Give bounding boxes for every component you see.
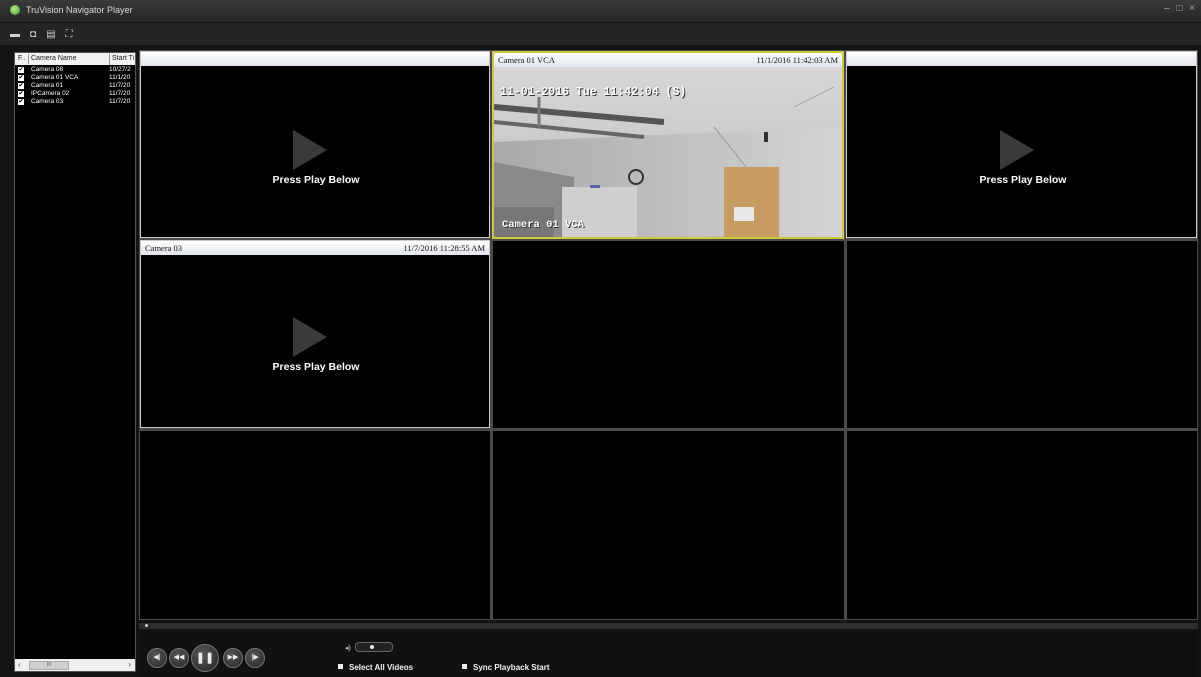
video-tile-4[interactable]: Camera 03 11/7/2016 11:28:55 AM Press Pl… bbox=[140, 240, 490, 428]
osd-datetime: 11-01-2016 Tue 11:42:04 (S) bbox=[500, 86, 687, 99]
tile-header bbox=[847, 52, 1196, 66]
camera-name: Camera 08 bbox=[31, 66, 64, 73]
select-all-videos-option[interactable]: Select All Videos bbox=[338, 663, 413, 672]
window-title: TruVision Navigator Player bbox=[26, 5, 133, 15]
video-tile-6[interactable] bbox=[847, 241, 1197, 428]
camera-start-time: 11/1/20 bbox=[109, 74, 131, 81]
tile-camera-name: Camera 03 bbox=[145, 243, 183, 253]
playback-controls: ◀| ◀◀ ❚❚ ▶▶ |▶ ◂) Select All Videos Sync… bbox=[139, 630, 1198, 677]
scroll-thumb[interactable]: III bbox=[29, 661, 69, 670]
camera-checkbox[interactable]: ✔ bbox=[18, 91, 24, 97]
press-play-prompt: Press Play Below bbox=[272, 174, 360, 186]
timeline-position-marker[interactable] bbox=[145, 624, 148, 627]
column-header-start-time[interactable]: Start Ti bbox=[109, 53, 134, 65]
video-tile-3[interactable]: Press Play Below bbox=[846, 51, 1197, 238]
volume-slider[interactable] bbox=[355, 642, 393, 652]
camera-checkbox[interactable]: ✔ bbox=[18, 99, 24, 105]
camera-list-panel: F.. Camera Name Start Ti ✔ Camera 08 10/… bbox=[14, 52, 136, 672]
tile-header bbox=[141, 52, 489, 66]
sync-playback-option[interactable]: Sync Playback Start bbox=[462, 663, 549, 672]
step-back-icon[interactable]: ◀| bbox=[147, 648, 167, 668]
video-tile-1[interactable]: Press Play Below bbox=[140, 51, 490, 238]
list-item[interactable]: ✔ Camera 08 10/27/2 bbox=[15, 66, 135, 74]
list-item[interactable]: ✔ Camera 01 11/7/20 bbox=[15, 82, 135, 90]
sync-playback-label: Sync Playback Start bbox=[473, 663, 550, 672]
camera-snapshot-icon[interactable]: ◘ bbox=[26, 29, 40, 40]
export-icon[interactable]: ▤ bbox=[44, 29, 58, 40]
list-item[interactable]: ✔ IPCamera 02 11/7/20 bbox=[15, 90, 135, 98]
press-play-prompt: Press Play Below bbox=[272, 361, 360, 373]
scroll-left-icon[interactable]: ‹ bbox=[18, 660, 21, 669]
camera-name: IPCamera 02 bbox=[31, 90, 70, 97]
video-tile-7[interactable] bbox=[140, 431, 490, 619]
camera-start-time: 11/7/20 bbox=[109, 98, 131, 105]
tile-timestamp: 11/7/2016 11:28:55 AM bbox=[403, 243, 485, 253]
select-all-checkbox[interactable] bbox=[338, 664, 343, 669]
sync-playback-checkbox[interactable] bbox=[462, 664, 467, 669]
list-item[interactable]: ✔ Camera 01 VCA 11/1/20 bbox=[15, 74, 135, 82]
camera-checkbox[interactable]: ✔ bbox=[18, 67, 24, 73]
camera-name: Camera 03 bbox=[31, 98, 64, 105]
window-controls[interactable]: – □ × bbox=[1164, 3, 1197, 14]
app-logo-icon bbox=[10, 5, 20, 15]
play-icon[interactable] bbox=[293, 130, 327, 170]
camera-name: Camera 01 bbox=[31, 82, 64, 89]
pause-icon[interactable]: ❚❚ bbox=[191, 644, 219, 672]
video-tile-5[interactable] bbox=[493, 241, 844, 428]
play-icon[interactable] bbox=[293, 317, 327, 357]
playback-timeline[interactable] bbox=[139, 623, 1198, 629]
fast-forward-icon[interactable]: ▶▶ bbox=[223, 648, 243, 668]
volume-icon: ◂) bbox=[345, 645, 351, 652]
toolbar: ▬ ◘ ▤ ⛶ bbox=[0, 23, 1201, 45]
rewind-icon[interactable]: ◀◀ bbox=[169, 648, 189, 668]
camera-start-time: 11/7/20 bbox=[109, 90, 131, 97]
camera-start-time: 11/7/20 bbox=[109, 82, 131, 89]
list-item[interactable]: ✔ Camera 03 11/7/20 bbox=[15, 98, 135, 106]
camera-list-header: F.. Camera Name Start Ti bbox=[15, 53, 135, 65]
tile-header: Camera 01 VCA 11/1/2016 11:42:03 AM bbox=[494, 53, 842, 67]
volume-slider-knob[interactable] bbox=[370, 645, 374, 649]
horizontal-scrollbar[interactable]: ‹ III › bbox=[15, 659, 135, 671]
video-tile-8[interactable] bbox=[493, 431, 844, 619]
column-header-camera-name[interactable]: Camera Name bbox=[31, 53, 77, 65]
osd-camera-label: Camera 01 VCA bbox=[502, 219, 584, 231]
play-icon[interactable] bbox=[1000, 130, 1034, 170]
camera-start-time: 10/27/2 bbox=[109, 66, 131, 73]
title-bar: TruVision Navigator Player – □ × bbox=[0, 0, 1201, 23]
column-header-flag[interactable]: F.. bbox=[18, 53, 25, 65]
video-tile-2[interactable]: Camera 01 VCA 11/1/2016 11:42:03 AM 11-0… bbox=[492, 51, 844, 239]
press-play-prompt: Press Play Below bbox=[979, 174, 1067, 186]
scroll-right-icon[interactable]: › bbox=[128, 660, 131, 669]
column-divider bbox=[28, 54, 29, 64]
video-grid: Press Play Below Camera 01 VCA 11/1/2016… bbox=[139, 50, 1198, 620]
select-all-label: Select All Videos bbox=[349, 663, 414, 672]
video-tile-9[interactable] bbox=[847, 431, 1197, 619]
camera-video-frame: 11-01-2016 Tue 11:42:04 (S) Camera 01 VC… bbox=[494, 67, 842, 237]
fullscreen-icon[interactable]: ⛶ bbox=[62, 29, 76, 40]
tile-header: Camera 03 11/7/2016 11:28:55 AM bbox=[141, 241, 489, 255]
tile-timestamp: 11/1/2016 11:42:03 AM bbox=[756, 55, 838, 65]
tile-camera-name: Camera 01 VCA bbox=[498, 55, 555, 65]
camera-name: Camera 01 VCA bbox=[31, 74, 79, 81]
camera-checkbox[interactable]: ✔ bbox=[18, 75, 24, 81]
folder-icon[interactable]: ▬ bbox=[8, 29, 22, 40]
camera-checkbox[interactable]: ✔ bbox=[18, 83, 24, 89]
step-forward-icon[interactable]: |▶ bbox=[245, 648, 265, 668]
